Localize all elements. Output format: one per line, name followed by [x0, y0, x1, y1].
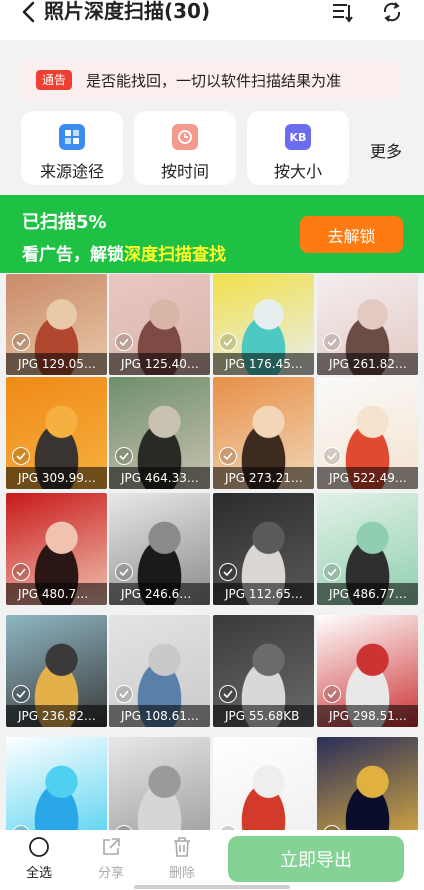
- photo-caption: JPG 309.99…: [6, 467, 107, 489]
- select-check-icon[interactable]: [219, 333, 237, 351]
- filter-size-label: 按大小: [273, 162, 322, 181]
- share-icon: [103, 838, 120, 855]
- photo-tile[interactable]: JPG 125.40…: [109, 274, 210, 375]
- grid-icon: [59, 124, 85, 150]
- page-title: 照片深度扫描(30): [44, 0, 211, 23]
- photo-caption: JPG 261.82…: [317, 353, 418, 375]
- delete-label: 删除: [168, 866, 195, 881]
- photo-caption: JPG 522.49…: [317, 467, 418, 489]
- more-filters-button[interactable]: 更多: [370, 138, 402, 162]
- chevron-left-icon: [22, 1, 35, 23]
- photo-tile[interactable]: JPG 236.82…: [6, 615, 107, 727]
- photo-tile[interactable]: [317, 737, 418, 830]
- select-check-icon[interactable]: [115, 563, 133, 581]
- photo-tile[interactable]: JPG 522.49…: [317, 377, 418, 489]
- photo-thumbnail: [213, 737, 314, 830]
- select-check-icon[interactable]: [323, 333, 341, 351]
- photo-tile[interactable]: JPG 464.33…: [109, 377, 210, 489]
- kb-icon: KB: [285, 124, 311, 150]
- unlock-highlight: 深度扫描查找: [124, 245, 226, 265]
- filter-source-label: 来源途径: [39, 162, 104, 181]
- select-all-label: 全选: [25, 866, 52, 881]
- photo-caption: JPG 246.6…: [109, 583, 210, 605]
- share-label: 分享: [97, 866, 124, 881]
- photo-thumbnail: [109, 737, 210, 830]
- clock-icon: [172, 124, 198, 150]
- filter-source[interactable]: 来源途径: [21, 111, 123, 185]
- photo-caption: JPG 112.65…: [213, 583, 314, 605]
- select-check-icon[interactable]: [12, 447, 30, 465]
- photo-tile[interactable]: JPG 246.6…: [109, 493, 210, 605]
- unlock-button[interactable]: 去解锁: [300, 216, 403, 253]
- photo-tile[interactable]: JPG 112.65…: [213, 493, 314, 605]
- select-check-icon[interactable]: [115, 447, 133, 465]
- trash-icon: [174, 837, 190, 857]
- select-check-icon[interactable]: [323, 447, 341, 465]
- photo-tile[interactable]: [213, 737, 314, 830]
- photo-caption: JPG 480.7…: [6, 583, 107, 605]
- photo-tile[interactable]: JPG 273.21…: [213, 377, 314, 489]
- select-check-icon[interactable]: [219, 685, 237, 703]
- circle-icon: [29, 837, 49, 857]
- select-check-icon[interactable]: [219, 563, 237, 581]
- select-check-icon[interactable]: [323, 685, 341, 703]
- photo-tile[interactable]: JPG 480.7…: [6, 493, 107, 605]
- delete-button[interactable]: 删除: [162, 836, 202, 881]
- notice-tag: 通告: [36, 70, 73, 90]
- unlock-prefix: 看广告，解锁: [22, 245, 124, 265]
- scan-progress-text: 已扫描5%: [22, 212, 107, 233]
- photo-tile[interactable]: JPG 108.61…: [109, 615, 210, 727]
- select-check-icon[interactable]: [323, 563, 341, 581]
- photo-tile[interactable]: [6, 737, 107, 830]
- photo-tile[interactable]: JPG 309.99…: [6, 377, 107, 489]
- photo-thumbnail: [6, 737, 107, 830]
- photo-thumbnail: [317, 737, 418, 830]
- photo-caption: JPG 273.21…: [213, 467, 314, 489]
- scan-banner: 已扫描5% 看广告，解锁深度扫描查找 去解锁: [0, 195, 424, 273]
- select-check-icon[interactable]: [115, 333, 133, 351]
- app-header: 照片深度扫描(30): [0, 0, 424, 40]
- notice-bar: 通告 是否能找回，一切以软件扫描结果为准: [22, 60, 402, 100]
- photo-tile[interactable]: JPG 298.51…: [317, 615, 418, 727]
- photo-caption: JPG 464.33…: [109, 467, 210, 489]
- photo-caption: JPG 236.82…: [6, 705, 107, 727]
- photo-tile[interactable]: JPG 55.68KB: [213, 615, 314, 727]
- select-check-icon[interactable]: [12, 563, 30, 581]
- photo-tile[interactable]: JPG 176.45…: [213, 274, 314, 375]
- photo-tile[interactable]: JPG 129.05…: [6, 274, 107, 375]
- home-indicator: [134, 885, 290, 889]
- unlock-message: 看广告，解锁深度扫描查找: [22, 240, 226, 265]
- photo-caption: JPG 176.45…: [213, 353, 314, 375]
- select-check-icon[interactable]: [12, 685, 30, 703]
- select-all-button[interactable]: 全选: [19, 836, 59, 881]
- sort-button[interactable]: [330, 0, 354, 24]
- refresh-icon: [383, 2, 401, 22]
- select-check-icon[interactable]: [219, 447, 237, 465]
- photo-caption: JPG 55.68KB: [213, 705, 314, 727]
- bottom-action-bar: 全选 分享 删除 立即导出: [0, 830, 424, 890]
- select-check-icon[interactable]: [115, 685, 133, 703]
- back-button[interactable]: [16, 0, 40, 24]
- sort-icon: [333, 4, 353, 23]
- photo-caption: JPG 108.61…: [109, 705, 210, 727]
- photo-grid: JPG 129.05… JPG 125.40… JPG 176.45… JPG 261…: [0, 274, 424, 830]
- photo-tile[interactable]: [109, 737, 210, 830]
- photo-caption: JPG 486.77…: [317, 583, 418, 605]
- refresh-button[interactable]: [380, 0, 404, 24]
- filter-time[interactable]: 按时间: [134, 111, 236, 185]
- photo-tile[interactable]: JPG 486.77…: [317, 493, 418, 605]
- filter-time-label: 按时间: [160, 162, 209, 181]
- photo-caption: JPG 129.05…: [6, 353, 107, 375]
- select-check-icon[interactable]: [12, 333, 30, 351]
- photo-caption: JPG 125.40…: [109, 353, 210, 375]
- export-button[interactable]: 立即导出: [228, 836, 404, 882]
- notice-text: 是否能找回，一切以软件扫描结果为准: [86, 71, 342, 90]
- photo-caption: JPG 298.51…: [317, 705, 418, 727]
- filter-size[interactable]: KB 按大小: [247, 111, 349, 185]
- share-button[interactable]: 分享: [91, 836, 131, 881]
- photo-tile[interactable]: JPG 261.82…: [317, 274, 418, 375]
